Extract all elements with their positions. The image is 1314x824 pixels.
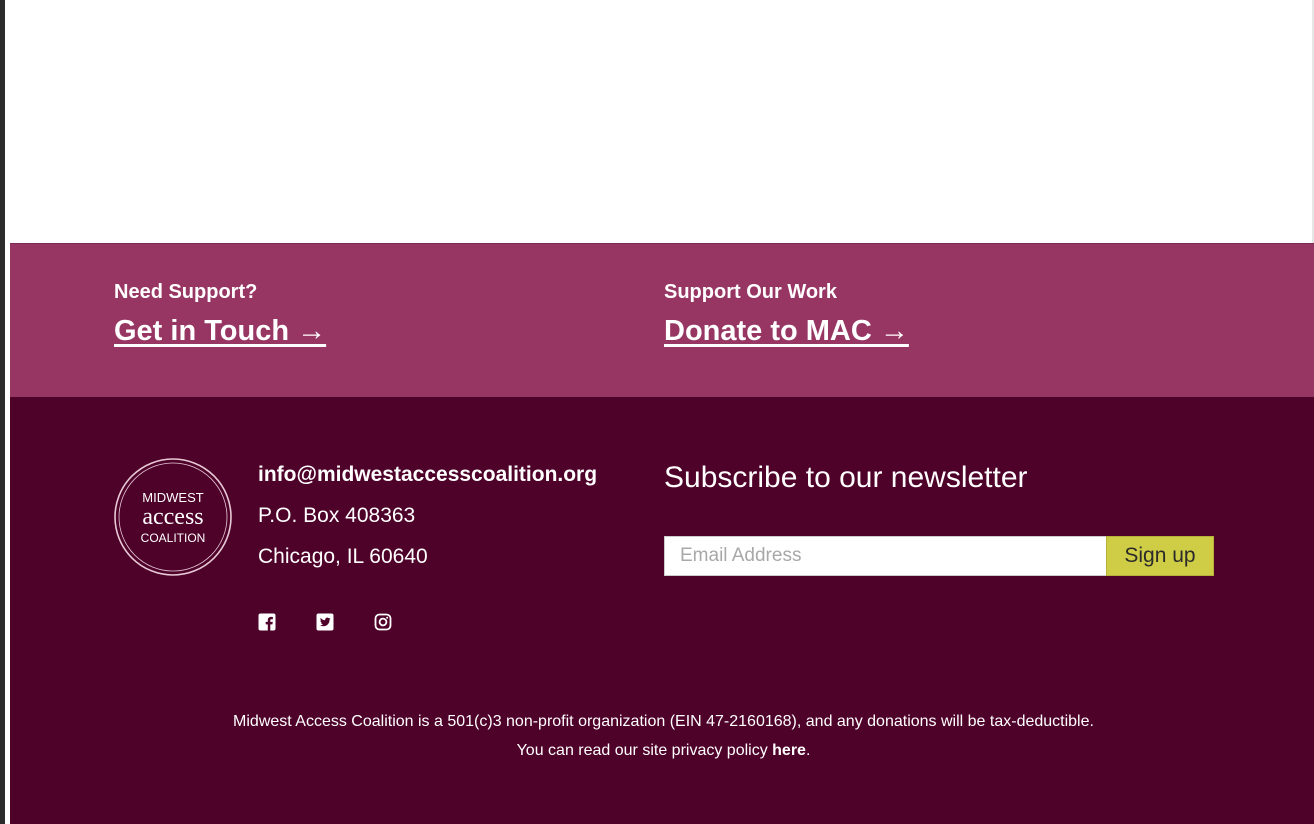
newsletter-form: Sign up	[664, 536, 1214, 576]
mac-logo: MIDWEST access COALITION	[114, 458, 232, 576]
contact-city: Chicago, IL 60640	[258, 545, 428, 568]
logo-text-access: access	[142, 504, 203, 530]
instagram-icon[interactable]	[374, 613, 392, 631]
privacy-statement-prefix: You can read our site privacy policy	[516, 742, 773, 759]
need-support-block: Need Support? Get in Touch →	[114, 280, 326, 348]
newsletter-block: Subscribe to our newsletter Sign up	[664, 461, 1214, 576]
contact-email[interactable]: info@midwestaccesscoalition.org	[258, 461, 597, 489]
donate-link[interactable]: Donate to MAC →	[664, 314, 909, 348]
privacy-statement: You can read our site privacy policy her…	[10, 736, 1314, 765]
support-our-work-block: Support Our Work Donate to MAC →	[664, 280, 909, 348]
support-our-work-heading: Support Our Work	[664, 281, 837, 303]
facebook-icon[interactable]	[258, 613, 276, 631]
nonprofit-statement: Midwest Access Coalition is a 501(c)3 no…	[233, 713, 1094, 730]
social-links	[258, 613, 392, 631]
page-frame: Need Support? Get in Touch → Support Our…	[0, 0, 1314, 824]
contact-po-box: P.O. Box 408363	[258, 504, 416, 527]
support-band: Need Support? Get in Touch → Support Our…	[10, 243, 1314, 397]
privacy-policy-link[interactable]: here	[772, 742, 806, 759]
site-footer: MIDWEST access COALITION info@midwestacc…	[10, 397, 1314, 824]
newsletter-title: Subscribe to our newsletter	[664, 461, 1028, 494]
legal-notice: Midwest Access Coalition is a 501(c)3 no…	[10, 707, 1314, 765]
blank-content-area	[5, 0, 1312, 243]
get-in-touch-link[interactable]: Get in Touch →	[114, 314, 326, 348]
sign-up-button[interactable]: Sign up	[1106, 536, 1214, 576]
twitter-icon[interactable]	[316, 613, 334, 631]
logo-text-midwest: MIDWEST	[142, 490, 203, 505]
privacy-statement-suffix: .	[805, 742, 811, 759]
logo-text-coalition: COALITION	[141, 531, 206, 545]
newsletter-email-input[interactable]	[664, 536, 1106, 576]
need-support-heading: Need Support?	[114, 281, 258, 303]
contact-info: info@midwestaccesscoalition.org P.O. Box…	[258, 461, 597, 571]
